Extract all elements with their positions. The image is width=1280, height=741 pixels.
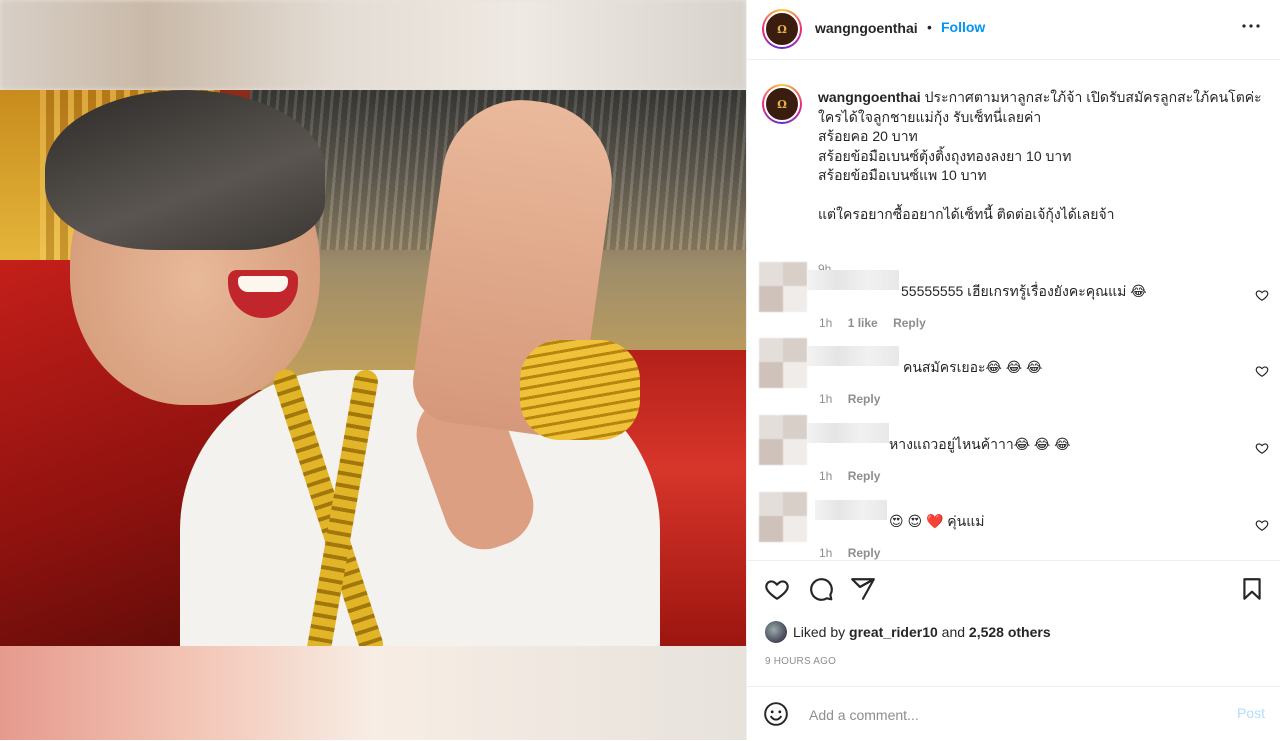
post-actions: Liked by great_rider10 and 2,528 others …	[747, 560, 1280, 686]
post-side-panel: Ω wangngoenthai • Follow Ω wangngoenthai…	[746, 0, 1280, 740]
comment-bubble-icon[interactable]	[808, 576, 834, 602]
reply-button[interactable]: Reply	[848, 392, 881, 406]
add-comment-input[interactable]	[807, 701, 1211, 729]
comment-time: 1h	[819, 546, 833, 560]
reply-button[interactable]: Reply	[893, 316, 926, 330]
comment-time: 1h	[819, 469, 833, 483]
comment-item: 55555555 เฮียเกรทรู้เรื่องยังคะคุณแม่ 😂 …	[759, 262, 1269, 332]
comment-text: คนสมัครเยอะ😂 😂 😂	[903, 359, 1043, 375]
like-heart-icon[interactable]	[764, 576, 790, 602]
reply-button[interactable]: Reply	[848, 546, 881, 560]
post-photo	[0, 90, 746, 646]
like-comment-heart-icon[interactable]	[1255, 518, 1269, 532]
emoji-picker-icon[interactable]	[763, 701, 789, 727]
comment-meta: 1h Reply	[819, 546, 892, 560]
commenter-avatar-blurred[interactable]	[759, 492, 807, 542]
post-header: Ω wangngoenthai • Follow	[747, 0, 1280, 60]
caption-username[interactable]: wangngoenthai	[818, 89, 921, 105]
commenter-name-blurred[interactable]	[807, 270, 899, 290]
author-avatar[interactable]: Ω	[762, 9, 802, 49]
more-options-icon[interactable]	[1239, 14, 1263, 44]
comment-time: 1h	[819, 392, 833, 406]
comment-text: หางแถวอยู่ไหนค้าาา😂 😂 😂	[889, 436, 1071, 452]
reply-button[interactable]: Reply	[848, 469, 881, 483]
comment-meta: 1h Reply	[819, 469, 892, 483]
caption-body: wangngoenthai ประกาศตามหาลูกสะใภ้จ้า เปิด…	[818, 88, 1278, 225]
share-send-icon[interactable]	[850, 576, 876, 602]
commenter-name-blurred[interactable]	[807, 346, 899, 366]
commenter-name-blurred[interactable]	[807, 423, 889, 443]
comment-likes[interactable]: 1 like	[848, 316, 878, 330]
caption-text: ประกาศตามหาลูกสะใภ้จ้า เปิดรับสมัครลูกสะ…	[818, 89, 1262, 222]
post-timestamp[interactable]: 9 HOURS AGO	[765, 656, 836, 667]
like-comment-heart-icon[interactable]	[1255, 441, 1269, 455]
separator-dot: •	[927, 19, 932, 35]
commenter-avatar-blurred[interactable]	[759, 262, 807, 312]
liked-by-prefix: Liked by	[793, 624, 846, 640]
blurred-background-top	[0, 0, 746, 90]
commenter-avatar-blurred[interactable]	[759, 415, 807, 465]
liker-username[interactable]: great_rider10	[849, 624, 938, 640]
post-comment-button[interactable]: Post	[1237, 705, 1265, 721]
comment-item: หางแถวอยู่ไหนค้าาา😂 😂 😂 1h Reply	[759, 415, 1269, 485]
comments-list[interactable]: Ω wangngoenthai ประกาศตามหาลูกสะใภ้จ้า เป…	[747, 60, 1280, 560]
photo-gold-bangles	[520, 340, 640, 440]
comment-meta: 1h Reply	[819, 392, 892, 406]
caption-avatar[interactable]: Ω	[762, 84, 802, 124]
comment-item: 😍 😍 ❤️ คุ่นแม่ 1h Reply	[759, 492, 1269, 560]
add-comment-bar: Post	[747, 686, 1280, 741]
commenter-name-blurred[interactable]	[815, 500, 887, 520]
caption-avatar-logo: Ω	[764, 86, 800, 122]
save-bookmark-icon[interactable]	[1239, 576, 1265, 602]
liker-avatar[interactable]	[765, 621, 787, 643]
comment-text: 55555555 เฮียเกรทรู้เรื่องยังคะคุณแม่ 😂	[901, 283, 1147, 299]
like-comment-heart-icon[interactable]	[1255, 288, 1269, 302]
blurred-background-bottom	[0, 646, 746, 740]
follow-button[interactable]: Follow	[941, 19, 985, 35]
commenter-avatar-blurred[interactable]	[759, 338, 807, 388]
post-media[interactable]	[0, 0, 746, 740]
likes-summary: Liked by great_rider10 and 2,528 others	[765, 621, 1051, 643]
author-username[interactable]: wangngoenthai	[815, 20, 918, 36]
likes-others-count[interactable]: 2,528 others	[969, 624, 1051, 640]
comment-item: คนสมัครเยอะ😂 😂 😂 1h Reply	[759, 338, 1269, 408]
like-comment-heart-icon[interactable]	[1255, 364, 1269, 378]
liked-by-and: and	[941, 624, 966, 640]
comment-time: 1h	[819, 316, 833, 330]
author-avatar-logo: Ω	[764, 11, 800, 47]
comment-text: 😍 😍 ❤️ คุ่นแม่	[889, 513, 985, 529]
comment-meta: 1h 1 like Reply	[819, 316, 938, 330]
photo-hair	[45, 90, 325, 250]
